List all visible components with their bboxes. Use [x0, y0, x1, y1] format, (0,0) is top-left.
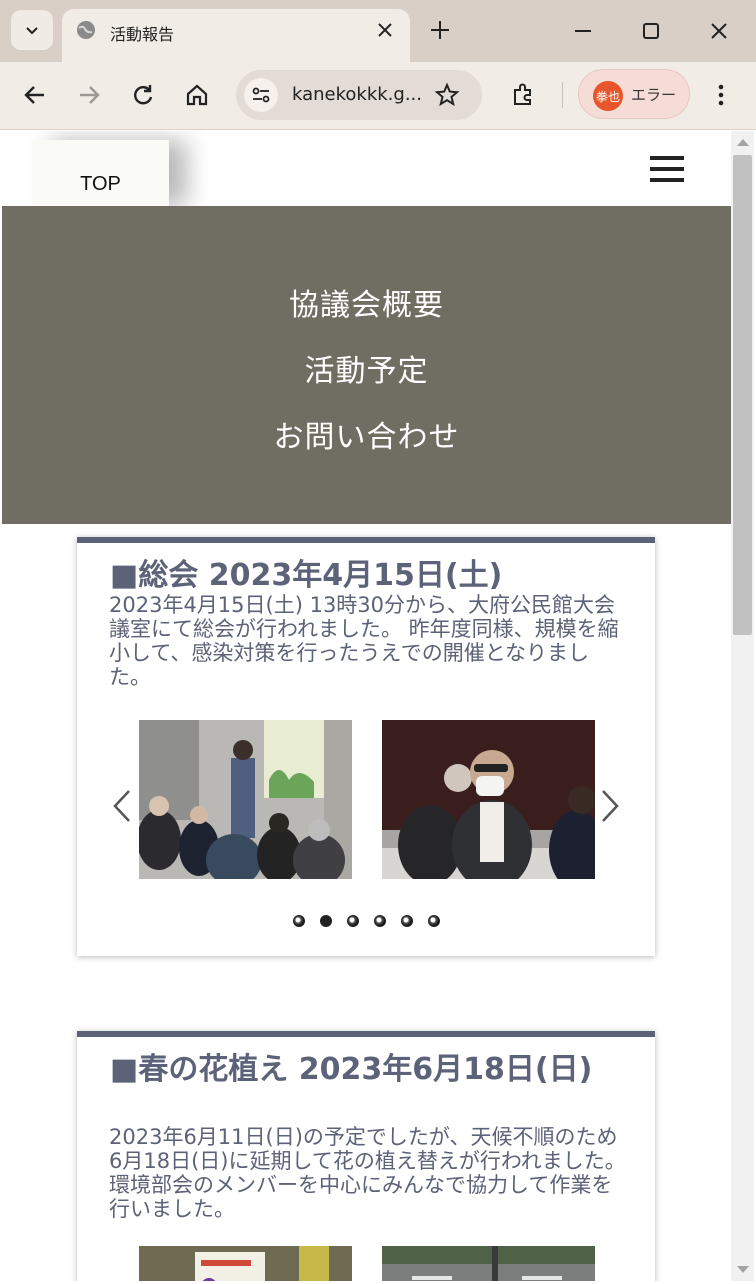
tab-title: 活動報告	[110, 25, 175, 44]
chevron-right-icon[interactable]	[599, 788, 621, 824]
address-bar[interactable]: kanekokkk.g...	[236, 70, 482, 120]
vertical-scrollbar[interactable]	[731, 131, 754, 1281]
avatar: 拳也	[593, 81, 623, 111]
flower-sign-photo-image	[139, 1246, 352, 1281]
chevron-down-icon	[26, 27, 38, 35]
page-viewport: TOP 協議会概要 活動予定 お問い合わせ ■総会 2023年4月15日(土) …	[2, 131, 731, 1281]
forward-arrow-icon[interactable]	[76, 82, 102, 108]
post-card: ■総会 2023年4月15日(土) 2023年4月15日(土) 13時30分から…	[77, 537, 655, 956]
minimize-icon[interactable]	[572, 20, 594, 42]
post-title: ■総会 2023年4月15日(土)	[110, 558, 503, 593]
nav-item-contact[interactable]: お問い合わせ	[2, 412, 731, 456]
reload-icon[interactable]	[130, 82, 156, 108]
tab-search-button[interactable]	[11, 10, 53, 50]
post-title: ■春の花植え 2023年6月18日(日)	[110, 1052, 593, 1087]
carousel-dot[interactable]	[373, 915, 386, 927]
new-tab-icon[interactable]	[428, 18, 452, 42]
carousel-dot[interactable]	[427, 915, 440, 927]
slide-photo-meeting-speaker	[139, 720, 352, 879]
post-card: ■春の花植え 2023年6月18日(日) 2023年6月11日(日)の予定でした…	[77, 1031, 655, 1281]
street-photo-image	[382, 1246, 595, 1281]
close-icon[interactable]	[374, 19, 396, 41]
hamburger-menu-icon[interactable]	[650, 156, 684, 182]
back-arrow-icon[interactable]	[22, 82, 48, 108]
scroll-thumb[interactable]	[733, 155, 752, 635]
browser-toolbar: kanekokkk.g... 拳也 エラー	[0, 62, 756, 130]
top-link[interactable]: TOP	[32, 140, 169, 206]
url-text[interactable]: kanekokkk.g...	[292, 84, 422, 105]
more-vert-icon[interactable]	[708, 82, 734, 108]
slide-photo-attendee	[382, 720, 595, 879]
extensions-icon[interactable]	[510, 82, 536, 108]
carousel-dot[interactable]	[292, 915, 305, 927]
scroll-down-arrow-icon[interactable]	[737, 1266, 749, 1273]
carousel-dot[interactable]	[319, 915, 332, 927]
star-icon[interactable]	[434, 82, 460, 108]
attendee-photo-image	[382, 720, 595, 879]
maximize-icon[interactable]	[640, 20, 662, 42]
slide-photo-flower-sign	[139, 1246, 352, 1281]
nav-menu: 協議会概要 活動予定 お問い合わせ	[2, 206, 731, 524]
profile-button[interactable]: 拳也 エラー	[578, 69, 690, 119]
chevron-left-icon[interactable]	[111, 788, 133, 824]
meeting-photo-image	[139, 720, 352, 879]
toolbar-separator	[562, 82, 563, 108]
carousel-dot[interactable]	[346, 915, 359, 927]
carousel-dot[interactable]	[400, 915, 413, 927]
window-close-icon[interactable]	[708, 20, 730, 42]
home-icon[interactable]	[184, 82, 210, 108]
slide-photo-street	[382, 1246, 595, 1281]
globe-icon	[77, 21, 95, 39]
carousel-dots	[77, 915, 655, 927]
tune-icon	[252, 87, 270, 103]
profile-status-label: エラー	[631, 86, 677, 104]
post-body: 2023年4月15日(土) 13時30分から、大府公民館大会議室にて総会が行われ…	[109, 593, 619, 689]
nav-item-overview[interactable]: 協議会概要	[2, 280, 731, 324]
nav-item-schedule[interactable]: 活動予定	[2, 346, 731, 390]
post-body: 2023年6月11日(日)の予定でしたが、天候不順のため6月18日(日)に延期し…	[109, 1125, 626, 1221]
scroll-up-arrow-icon[interactable]	[737, 139, 749, 146]
site-info-button[interactable]	[244, 78, 278, 112]
active-tab[interactable]: 活動報告	[62, 9, 410, 62]
tab-strip: 活動報告	[0, 0, 756, 62]
